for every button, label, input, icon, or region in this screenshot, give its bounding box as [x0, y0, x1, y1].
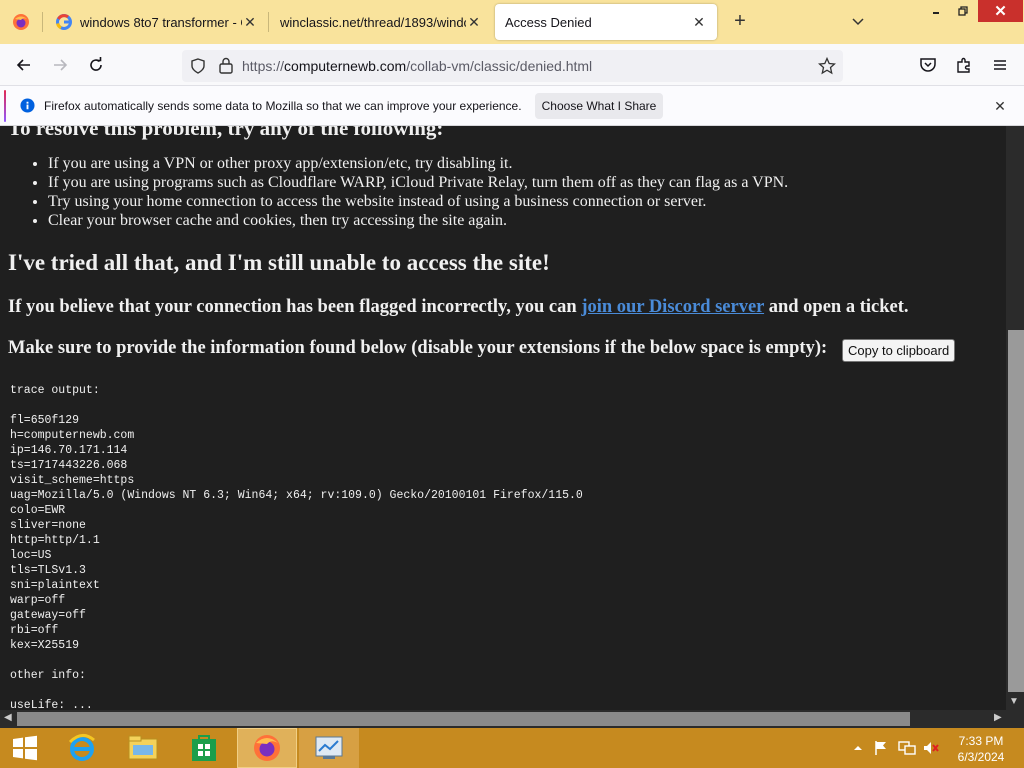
tracking-protection-shield-icon[interactable]	[190, 58, 206, 79]
back-arrow-icon[interactable]	[12, 53, 36, 77]
scroll-down-arrow-icon[interactable]: ▼	[1009, 696, 1019, 707]
google-icon	[56, 14, 72, 30]
tab-title: Access Denied	[505, 14, 592, 30]
scroll-right-arrow-icon[interactable]: ▶	[994, 712, 1002, 723]
close-window-icon[interactable]: ✕	[978, 0, 1023, 22]
flagged-heading: If you believe that your connection has …	[8, 297, 909, 317]
notification-bar: Firefox automatically sends some data to…	[0, 86, 1024, 126]
lock-icon[interactable]	[218, 57, 234, 80]
file-explorer-icon[interactable]	[113, 728, 173, 768]
new-tab-plus-icon[interactable]: +	[728, 10, 752, 34]
close-notification-icon[interactable]: ✕	[990, 96, 1010, 116]
start-button[interactable]	[0, 728, 50, 768]
restore-icon[interactable]	[950, 0, 976, 22]
tab-google[interactable]: windows 8to7 transformer - Go ✕	[46, 4, 268, 40]
internet-explorer-icon[interactable]	[52, 728, 112, 768]
store-icon[interactable]	[174, 728, 234, 768]
forward-arrow-icon[interactable]	[48, 53, 72, 77]
tried-heading: I've tried all that, and I'm still unabl…	[8, 250, 550, 275]
firefox-menu-icon[interactable]	[0, 0, 42, 44]
page-content: To resolve this problem, try any of the …	[0, 126, 1006, 710]
clock-date: 6/3/2024	[957, 750, 1005, 764]
resolve-heading: To resolve this problem, try any of the …	[8, 126, 444, 140]
system-clock[interactable]: 7:33 PM 6/3/2024	[946, 733, 1016, 765]
close-tab-icon[interactable]: ✕	[691, 14, 707, 30]
copy-to-clipboard-button[interactable]: Copy to clipboard	[842, 339, 956, 362]
tab-title: winclassic.net/thread/1893/window	[280, 14, 466, 30]
tab-access-denied[interactable]: Access Denied ✕	[495, 4, 717, 40]
url-bar[interactable]: https://computernewb.com/collab-vm/class…	[182, 50, 843, 82]
tab-separator	[42, 12, 43, 32]
volume-muted-icon[interactable]	[922, 740, 939, 756]
close-tab-icon[interactable]: ✕	[242, 14, 258, 30]
firefox-icon[interactable]	[237, 728, 297, 768]
vertical-scrollbar-thumb[interactable]	[1008, 330, 1024, 692]
choose-what-i-share-button[interactable]: Choose What I Share	[535, 93, 663, 119]
reload-icon[interactable]	[84, 53, 108, 77]
action-center-flag-icon[interactable]	[873, 740, 889, 756]
clock-time: 7:33 PM	[958, 734, 1004, 748]
horizontal-scrollbar[interactable]: ◀ ▶	[0, 710, 1024, 728]
navigation-toolbar: https://computernewb.com/collab-vm/class…	[0, 44, 1024, 86]
bookmark-star-icon[interactable]	[817, 56, 837, 80]
tab-title: windows 8to7 transformer - Go	[80, 14, 242, 30]
list-item: Clear your browser cache and cookies, th…	[48, 211, 788, 230]
tab-strip: windows 8to7 transformer - Go ✕ winclass…	[0, 0, 1024, 44]
list-item: If you are using programs such as Cloudf…	[48, 173, 788, 192]
provide-info-heading: Make sure to provide the information fou…	[8, 338, 828, 358]
list-item: If you are using a VPN or other proxy ap…	[48, 154, 788, 173]
trace-output[interactable]: trace output: fl=650f129 h=computernewb.…	[10, 383, 583, 710]
close-tab-icon[interactable]: ✕	[466, 14, 482, 30]
list-item: Try using your home connection to access…	[48, 192, 788, 211]
control-panel-icon[interactable]	[299, 728, 359, 768]
scroll-left-arrow-icon[interactable]: ◀	[4, 712, 12, 723]
url-text[interactable]: https://computernewb.com/collab-vm/class…	[242, 58, 592, 74]
network-icon[interactable]	[898, 740, 916, 756]
windows-taskbar: 7:33 PM 6/3/2024	[0, 728, 1024, 768]
chevron-down-icon[interactable]	[850, 12, 866, 32]
show-hidden-icons-chevron-icon[interactable]	[852, 740, 868, 756]
discord-link[interactable]: join our Discord server	[581, 297, 764, 317]
info-icon	[20, 98, 35, 118]
minimize-icon[interactable]	[922, 0, 950, 22]
tips-list: If you are using a VPN or other proxy ap…	[48, 154, 788, 230]
tab-separator	[268, 12, 269, 32]
hamburger-menu-icon[interactable]	[988, 53, 1012, 77]
pocket-icon[interactable]	[916, 53, 940, 77]
notification-text: Firefox automatically sends some data to…	[44, 99, 522, 113]
vertical-scrollbar[interactable]: ▼	[1006, 126, 1024, 710]
horizontal-scrollbar-thumb[interactable]	[17, 712, 910, 726]
tab-winclassic[interactable]: winclassic.net/thread/1893/window ✕	[270, 4, 492, 40]
extensions-puzzle-icon[interactable]	[952, 53, 976, 77]
